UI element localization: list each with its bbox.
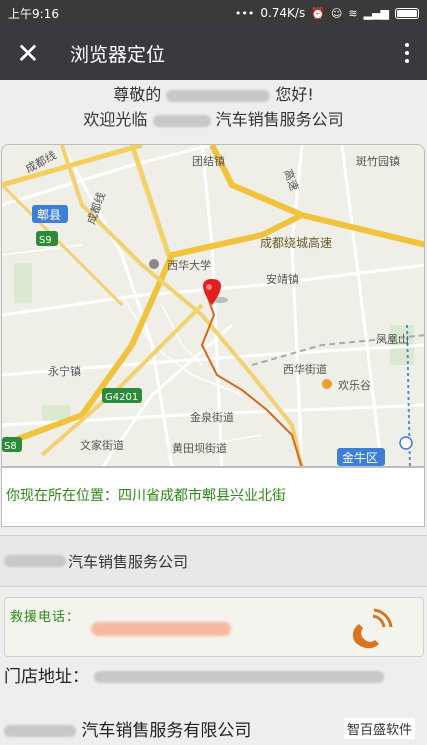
smile-icon: ☺ (330, 6, 343, 20)
signal-icon: ▂▄▆ (363, 6, 389, 20)
wifi-icon: ≋ (348, 6, 358, 20)
rescue-phone-panel[interactable]: 救援电话： (4, 597, 424, 657)
map-label: 凤凰山 (376, 333, 409, 346)
more-dots-icon: ••• (234, 6, 255, 20)
welcome-prefix: 欢迎光临 (83, 110, 148, 129)
current-location: 你现在所在位置：四川省成都市郫县兴业北街 (1, 467, 425, 527)
map-label: 团结镇 (192, 154, 225, 168)
svg-text:G4201: G4201 (105, 392, 138, 403)
metro-icon (399, 436, 413, 450)
map-label: 欢乐谷 (338, 378, 371, 392)
svg-text:S9: S9 (39, 235, 52, 246)
city-badge-pixian: 郫县 (32, 205, 68, 223)
highway-badge-s8: S8 (2, 437, 22, 452)
map-label: 永宁镇 (48, 364, 81, 378)
svg-text:S8: S8 (4, 441, 17, 452)
network-speed: 0.74K/s (260, 6, 306, 20)
company-row[interactable]: 汽车销售服务公司 (0, 535, 427, 587)
page-title: 浏览器定位 (70, 43, 166, 66)
map-label: 斑竹园镇 (356, 154, 400, 168)
store-address: 门店地址： (4, 665, 424, 689)
more-dot-icon (405, 59, 409, 63)
map-label: 金泉街道 (190, 410, 234, 424)
footer-company: 汽车销售服务有限公司 (4, 716, 251, 741)
more-dot-icon (405, 43, 409, 47)
greeting-prefix: 尊敬的 (113, 85, 162, 104)
redacted-address (94, 671, 385, 683)
close-icon: ✕ (16, 36, 40, 70)
map-label: 成都绕城高速 (260, 235, 332, 250)
welcome-line: 欢迎光临 汽车销售服务公司 (0, 107, 427, 132)
welcome-suffix: 汽车销售服务公司 (215, 110, 344, 129)
map-label: 文家街道 (80, 438, 124, 452)
highway-badge-s9: S9 (36, 231, 58, 246)
status-bar: 上午9:16 ••• 0.74K/s ⏰ ☺ ≋ ▂▄▆ (0, 0, 427, 26)
address-label: 门店地址： (4, 667, 89, 687)
svg-text:金牛区: 金牛区 (342, 450, 378, 465)
map-canvas: 成都线 团结镇 高速 斑竹园镇 成都线 西华大学 安靖镇 凤凰山 永宁镇 西华街… (2, 145, 424, 466)
more-menu-button[interactable] (387, 43, 427, 63)
battery-icon (395, 7, 419, 19)
more-dot-icon (405, 51, 409, 55)
district-badge-jinniu: 金牛区 (337, 448, 385, 466)
map-label: 西华街道 (283, 362, 327, 376)
greeting-suffix: 您好! (275, 85, 314, 104)
redacted-company (152, 114, 211, 127)
map-label: 黄田坝街道 (172, 441, 227, 455)
welcome-banner: 尊敬的 您好! 欢迎光临 汽车销售服务公司 (0, 80, 427, 134)
close-button[interactable]: ✕ (0, 26, 56, 80)
redacted-company (4, 725, 76, 737)
map-label: 安靖镇 (266, 272, 299, 286)
amusement-icon (322, 379, 332, 389)
status-icons: ••• 0.74K/s ⏰ ☺ ≋ ▂▄▆ (235, 6, 419, 20)
phone-call-icon[interactable] (347, 606, 393, 652)
map-label: 西华大学 (167, 258, 211, 272)
university-icon (149, 259, 159, 269)
redacted-phone (91, 622, 231, 636)
redacted-company (4, 555, 66, 567)
map-view[interactable]: 成都线 团结镇 高速 斑竹园镇 成都线 西华大学 安靖镇 凤凰山 永宁镇 西华街… (1, 144, 425, 467)
company-name-suffix: 汽车销售服务公司 (68, 552, 189, 571)
status-time: 上午9:16 (8, 6, 59, 21)
svg-text:郫县: 郫县 (37, 207, 61, 222)
rescue-label: 救援电话： (10, 610, 81, 625)
highway-badge-g4201: G4201 (102, 388, 142, 403)
alarm-icon: ⏰ (311, 6, 325, 20)
greeting-line: 尊敬的 您好! (0, 82, 427, 107)
toolbar: ✕ 浏览器定位 (0, 26, 427, 80)
redacted-name (166, 89, 271, 102)
footer-company-suffix: 汽车销售服务有限公司 (81, 721, 252, 741)
watermark: 智百盛软件 (343, 718, 415, 739)
